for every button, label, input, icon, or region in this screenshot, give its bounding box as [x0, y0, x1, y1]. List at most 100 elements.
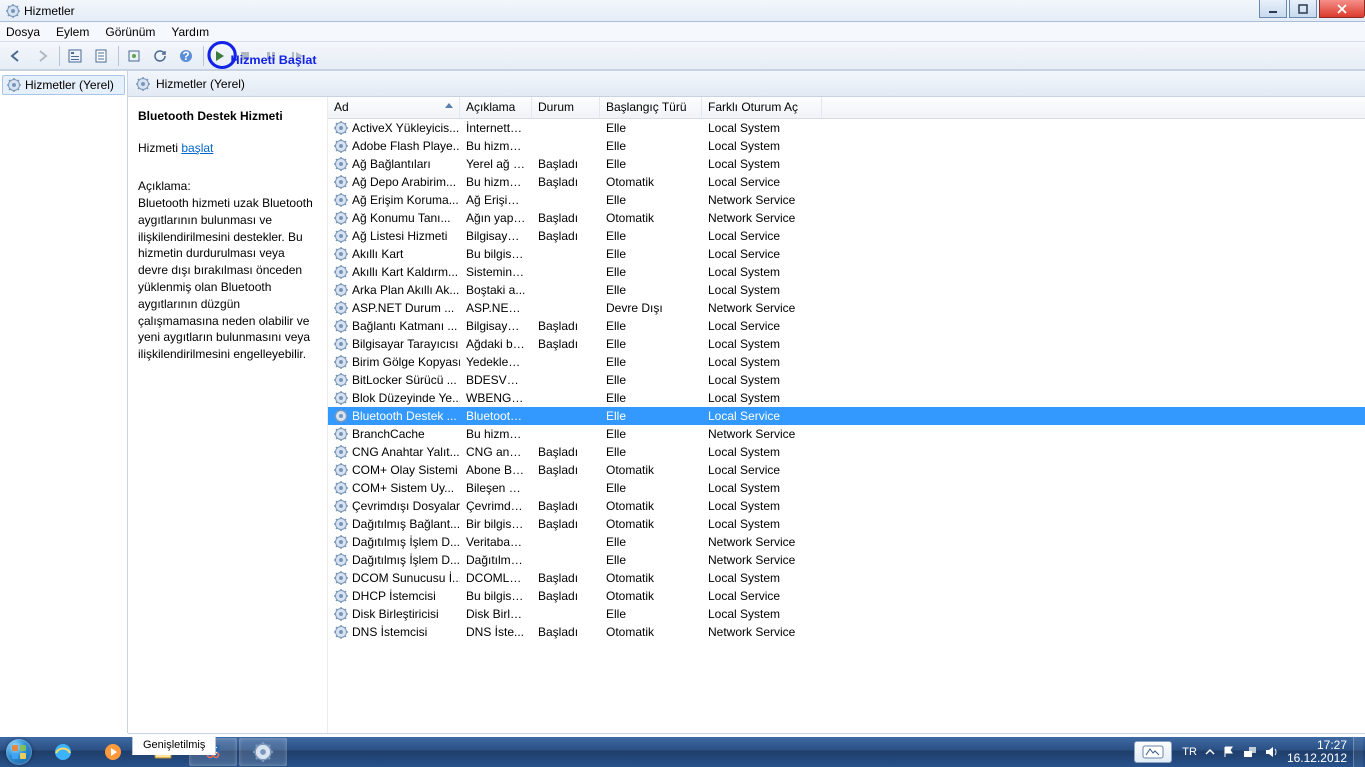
- gear-icon: [334, 139, 348, 153]
- gear-icon: [334, 499, 348, 513]
- tray-up-icon[interactable]: [1205, 747, 1215, 757]
- table-row[interactable]: COM+ Sistem Uy...Bileşen N...ElleLocal S…: [328, 479, 1365, 497]
- table-row[interactable]: Dağıtılmış İşlem D...Veritabanl...ElleNe…: [328, 533, 1365, 551]
- app-icon: [6, 4, 20, 18]
- gear-icon: [334, 193, 348, 207]
- table-row[interactable]: BitLocker Sürücü ...BDESVC, ...ElleLocal…: [328, 371, 1365, 389]
- gear-icon: [334, 301, 348, 315]
- taskbar-ie[interactable]: [39, 738, 87, 766]
- restart-service-button[interactable]: [285, 45, 309, 67]
- menu-action[interactable]: Eylem: [56, 25, 89, 39]
- detail-pane: Bluetooth Destek Hizmeti Hizmeti başlat …: [128, 97, 328, 733]
- menu-file[interactable]: Dosya: [6, 25, 40, 39]
- gear-icon: [334, 481, 348, 495]
- tray-flag-icon[interactable]: [1223, 746, 1235, 758]
- forward-button[interactable]: [30, 45, 54, 67]
- table-row[interactable]: Blok Düzeyinde Ye...WBENGIN...ElleLocal …: [328, 389, 1365, 407]
- gear-icon: [334, 463, 348, 477]
- gear-icon: [334, 517, 348, 531]
- title-bar: Hizmetler: [0, 0, 1365, 22]
- gear-icon: [334, 607, 348, 621]
- selected-service-name: Bluetooth Destek Hizmeti: [138, 109, 317, 123]
- gear-icon: [334, 625, 348, 639]
- tablet-input-button[interactable]: [1134, 741, 1172, 763]
- close-button[interactable]: [1319, 0, 1365, 18]
- tray-volume-icon[interactable]: [1265, 746, 1277, 758]
- col-status[interactable]: Durum: [532, 97, 600, 118]
- table-row[interactable]: DNS İstemcisiDNS İste...BaşladıOtomatikN…: [328, 623, 1365, 641]
- minimize-button[interactable]: [1259, 0, 1287, 18]
- help-button[interactable]: ?: [174, 45, 198, 67]
- gear-icon: [334, 157, 348, 171]
- table-row[interactable]: Ağ Listesi HizmetiBilgisayarı...BaşladıE…: [328, 227, 1365, 245]
- center-header: Hizmetler (Yerel): [128, 71, 1365, 97]
- col-startup[interactable]: Başlangıç Türü: [600, 97, 702, 118]
- gear-icon: [334, 391, 348, 405]
- table-row[interactable]: BranchCacheBu hizmet...ElleNetwork Servi…: [328, 425, 1365, 443]
- start-service-link[interactable]: başlat: [181, 141, 213, 155]
- table-row[interactable]: Bluetooth Destek ...Bluetooth...ElleLoca…: [328, 407, 1365, 425]
- table-row[interactable]: Ağ Depo Arabirim...Bu hizmet...BaşladıOt…: [328, 173, 1365, 191]
- col-name[interactable]: Ad: [328, 97, 460, 118]
- tray-clock[interactable]: 17:27 16.12.2012: [1287, 739, 1347, 765]
- tray-network-icon[interactable]: [1243, 746, 1257, 758]
- gear-icon: [334, 445, 348, 459]
- table-row[interactable]: Bağlantı Katmanı ...Bilgisayar ...Başlad…: [328, 317, 1365, 335]
- gear-icon: [334, 409, 348, 423]
- table-row[interactable]: ASP.NET Durum ...ASP.NET i...Devre DışıN…: [328, 299, 1365, 317]
- gear-icon: [136, 77, 150, 91]
- taskbar-wmp[interactable]: [89, 738, 137, 766]
- table-row[interactable]: Bilgisayar TarayıcısıAğdaki bil...Başlad…: [328, 335, 1365, 353]
- gear-icon: [334, 535, 348, 549]
- system-tray: TR 17:27 16.12.2012: [1134, 737, 1365, 767]
- nav-local-services[interactable]: Hizmetler (Yerel): [2, 75, 125, 95]
- refresh-button[interactable]: [148, 45, 172, 67]
- table-row[interactable]: Akıllı KartBu bilgisa...ElleLocal Servic…: [328, 245, 1365, 263]
- export-button[interactable]: [122, 45, 146, 67]
- table-row[interactable]: Çevrimdışı DosyalarÇevrimdış...BaşladıOt…: [328, 497, 1365, 515]
- table-row[interactable]: DHCP İstemcisiBu bilgisa...BaşladıOtomat…: [328, 587, 1365, 605]
- stop-service-button[interactable]: [233, 45, 257, 67]
- table-row[interactable]: Arka Plan Akıllı Ak...Boştaki a...ElleLo…: [328, 281, 1365, 299]
- menu-bar: Dosya Eylem Görünüm Yardım: [0, 22, 1365, 42]
- service-description: Bluetooth hizmeti uzak Bluetooth aygıtla…: [138, 195, 317, 363]
- properties-button[interactable]: [89, 45, 113, 67]
- tab-extended[interactable]: Genişletilmiş: [132, 737, 216, 755]
- table-row[interactable]: DCOM Sunucusu İ...DCOMLA...BaşladıOtomat…: [328, 569, 1365, 587]
- table-row[interactable]: Ağ Konumu Tanı...Ağın yapıl...BaşladıOto…: [328, 209, 1365, 227]
- gear-icon: [334, 571, 348, 585]
- svg-text:?: ?: [182, 49, 189, 63]
- col-logon[interactable]: Farklı Oturum Aç: [702, 97, 822, 118]
- gear-icon: [334, 319, 348, 333]
- table-row[interactable]: Adobe Flash Playe...Bu hizmet...ElleLoca…: [328, 137, 1365, 155]
- menu-view[interactable]: Görünüm: [105, 25, 155, 39]
- gear-icon: [334, 589, 348, 603]
- table-row[interactable]: Ağ Erişim Koruma...Ağ Erişim ...ElleNetw…: [328, 191, 1365, 209]
- table-row[interactable]: Dağıtılmış İşlem D...Dağıtılmış...ElleNe…: [328, 551, 1365, 569]
- table-row[interactable]: Birim Gölge KopyasıYedeklem...ElleLocal …: [328, 353, 1365, 371]
- gear-icon: [334, 121, 348, 135]
- gear-icon: [334, 355, 348, 369]
- gear-icon: [334, 265, 348, 279]
- pause-service-button[interactable]: [259, 45, 283, 67]
- show-desktop-button[interactable]: [1353, 737, 1363, 767]
- table-row[interactable]: Ağ BağlantılarıYerel ağ il...BaşladıElle…: [328, 155, 1365, 173]
- table-row[interactable]: ActiveX Yükleyicis...İnternette...ElleLo…: [328, 119, 1365, 137]
- start-button[interactable]: [0, 737, 38, 767]
- maximize-button[interactable]: [1289, 0, 1317, 18]
- gear-icon: [334, 337, 348, 351]
- taskbar-services[interactable]: [239, 738, 287, 766]
- list-body[interactable]: ActiveX Yükleyicis...İnternette...ElleLo…: [328, 119, 1365, 733]
- table-row[interactable]: COM+ Olay SistemiAbone Bil...BaşladıOtom…: [328, 461, 1365, 479]
- show-hide-tree-button[interactable]: [63, 45, 87, 67]
- menu-help[interactable]: Yardım: [171, 25, 209, 39]
- table-row[interactable]: Disk BirleştiricisiDisk Birleş...ElleLoc…: [328, 605, 1365, 623]
- toolbar: ? Hizmeti Başlat: [0, 42, 1365, 70]
- back-button[interactable]: [4, 45, 28, 67]
- table-row[interactable]: Akıllı Kart Kaldırm...Sistemin, ...ElleL…: [328, 263, 1365, 281]
- tray-lang[interactable]: TR: [1182, 746, 1197, 758]
- col-desc[interactable]: Açıklama: [460, 97, 532, 118]
- start-service-button[interactable]: [207, 45, 231, 67]
- table-row[interactable]: CNG Anahtar Yalıt...CNG ana...BaşladıEll…: [328, 443, 1365, 461]
- table-row[interactable]: Dağıtılmış Bağlant...Bir bilgisa...Başla…: [328, 515, 1365, 533]
